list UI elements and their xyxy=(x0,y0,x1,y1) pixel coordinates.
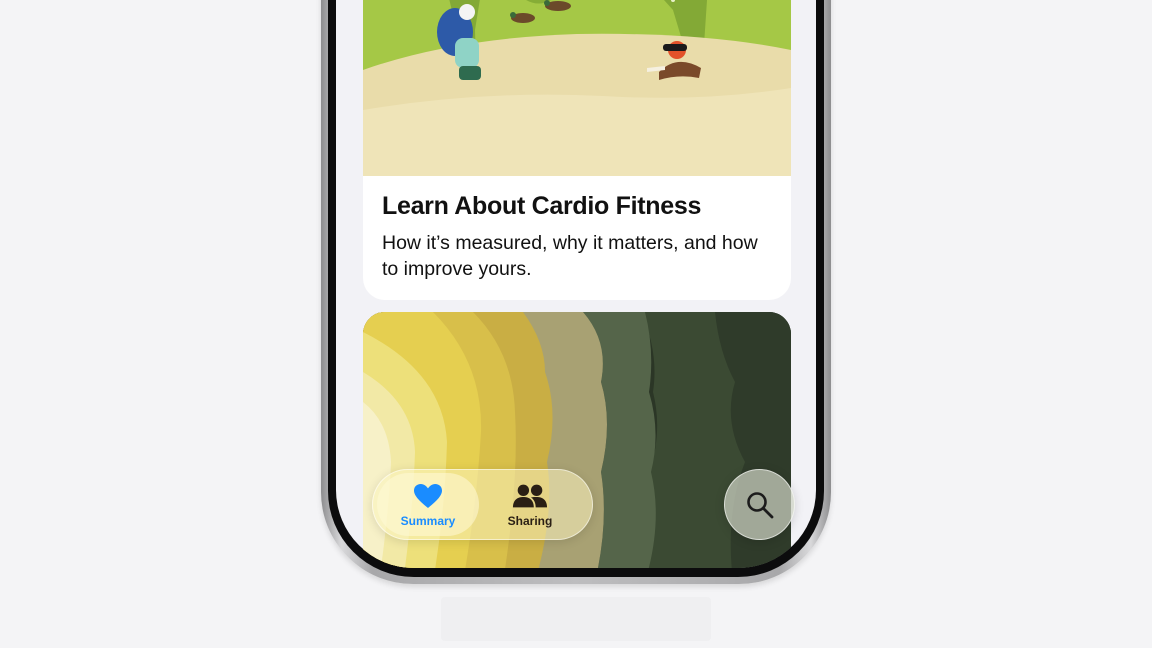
phone-frame: Learn About Cardio Fitness How it’s meas… xyxy=(321,0,831,584)
phone-stand xyxy=(441,597,711,641)
search-button[interactable] xyxy=(724,469,795,540)
tab-sharing-label: Sharing xyxy=(507,513,553,528)
phone-screen: Learn About Cardio Fitness How it’s meas… xyxy=(336,0,816,568)
tab-summary-label: Summary xyxy=(400,513,456,528)
people-icon xyxy=(512,482,548,510)
tab-sharing[interactable]: Sharing xyxy=(479,473,581,536)
tab-summary[interactable]: Summary xyxy=(377,473,479,536)
article-description: How it’s measured, why it matters, and h… xyxy=(382,232,758,280)
heart-icon xyxy=(410,482,446,510)
phone-bezel: Learn About Cardio Fitness How it’s meas… xyxy=(328,0,824,577)
article-title: Learn About Cardio Fitness xyxy=(382,192,702,220)
article-text: Learn About Cardio Fitness How it’s meas… xyxy=(382,192,762,282)
magnifying-glass-icon xyxy=(746,491,773,518)
cardio-fitness-article-card[interactable]: Learn About Cardio Fitness How it’s meas… xyxy=(363,0,791,300)
cardio-fitness-illustration xyxy=(363,0,791,176)
tab-bar: Summary Sharing xyxy=(372,469,593,540)
